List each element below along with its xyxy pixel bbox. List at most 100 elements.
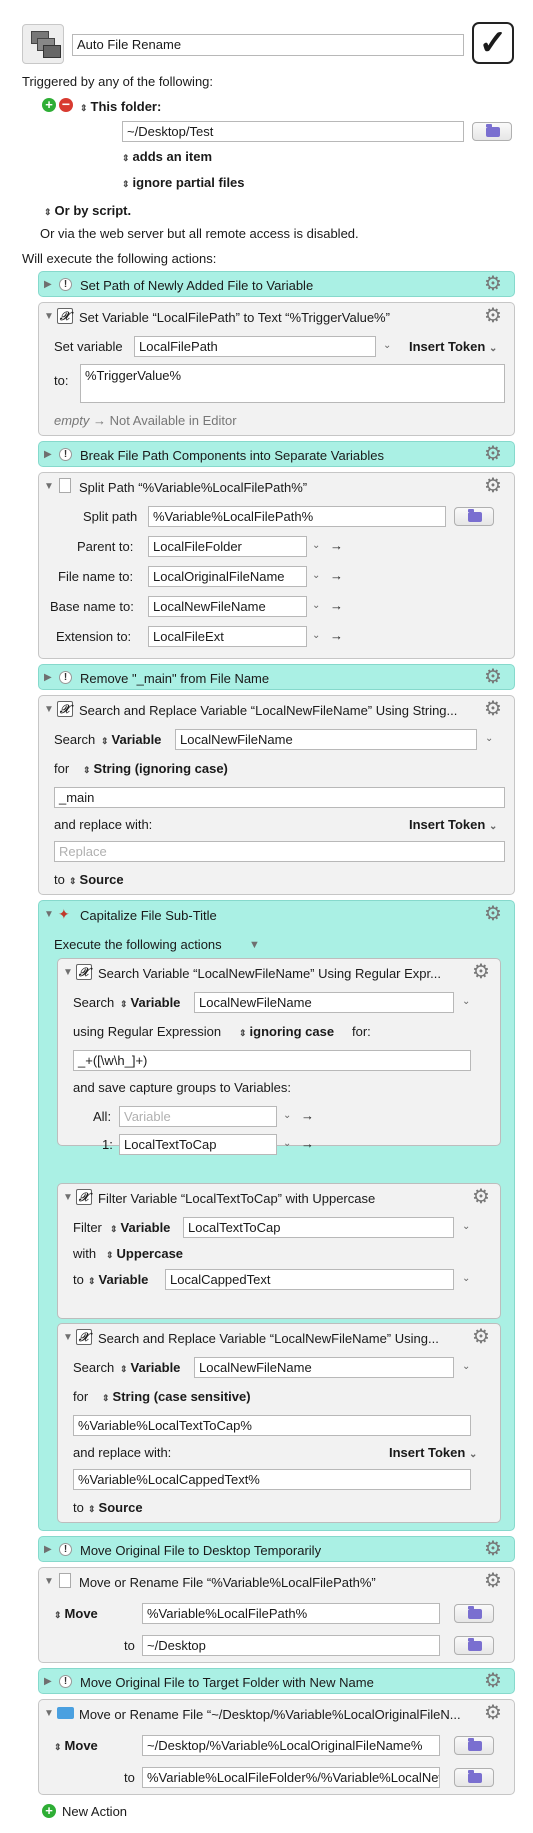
macro-name-field[interactable]: Auto File Rename [72,34,464,56]
chevron-down-icon[interactable]: ⌄ [383,340,391,351]
search-kind-select[interactable]: ⇕ Variable [120,995,180,1010]
gear-icon[interactable]: ⚙ [484,1539,502,1559]
with-kind-select[interactable]: ⇕ Uppercase [106,1246,183,1261]
gear-icon[interactable]: ⚙ [484,1671,502,1691]
chevron-down-icon[interactable]: ⌄ [312,570,320,581]
expand-triangle-icon[interactable]: ▶ [44,1676,52,1687]
filter-kind-select[interactable]: ⇕ Variable [110,1220,170,1235]
action-comment-move-desktop[interactable]: ▶ ! Move Original File to Desktop Tempor… [38,1536,515,1562]
search-variable-field[interactable]: LocalNewFileName [194,992,454,1013]
collapse-triangle-icon[interactable]: ▼ [63,1192,73,1203]
remove-trigger-icon[interactable]: − [59,97,73,112]
move-kind-select[interactable]: ⇕ Move [54,1606,98,1621]
chevron-down-icon[interactable]: ⌄ [462,996,470,1007]
dest-folder-button[interactable] [454,1768,494,1787]
replace-field[interactable]: %Variable%LocalCappedText% [73,1469,471,1490]
chevron-down-icon[interactable]: ⌄ [462,1221,470,1232]
insert-token-button[interactable]: Insert Token ⌄ [409,817,497,832]
insert-token-button[interactable]: Insert Token ⌄ [389,1445,477,1460]
or-script-select[interactable]: ⇕ Or by script. [44,203,131,218]
move-source-field[interactable]: %Variable%LocalFilePath% [142,1603,440,1624]
group-one-field[interactable]: LocalTextToCap [119,1134,277,1155]
gear-icon[interactable]: ⚙ [484,274,502,294]
search-text-field[interactable]: %Variable%LocalTextToCap% [73,1415,471,1436]
replace-field[interactable]: Replace [54,841,505,862]
gear-icon[interactable]: ⚙ [484,444,502,464]
gear-icon[interactable]: ⚙ [484,904,502,924]
regex-field[interactable]: _+([\w\h_]+) [73,1050,471,1071]
search-variable-field[interactable]: LocalNewFileName [175,729,477,750]
gear-icon[interactable]: ⚙ [484,1703,502,1723]
action-comment-break-path[interactable]: ▶ ! Break File Path Components into Sepa… [38,441,515,467]
all-variable-field[interactable]: Variable [119,1106,277,1127]
to-variable-field[interactable]: LocalCappedText [165,1269,454,1290]
folder-trigger-type[interactable]: ⇕ This folder: [80,99,161,114]
to-kind-select[interactable]: ⇕ Variable [88,1272,148,1287]
chevron-down-icon[interactable]: ⌄ [485,733,493,744]
parent-field[interactable]: LocalFileFolder [148,536,307,557]
action-comment-move-target[interactable]: ▶ ! Move Original File to Target Folder … [38,1668,515,1694]
gear-icon[interactable]: ⚙ [484,699,502,719]
extension-field[interactable]: LocalFileExt [148,626,307,647]
collapse-triangle-icon[interactable]: ▼ [44,481,54,492]
collapse-triangle-icon[interactable]: ▼ [44,704,54,715]
split-path-field[interactable]: %Variable%LocalFilePath% [148,506,446,527]
case-kind-select[interactable]: ⇕ ignoring case [239,1024,334,1039]
macro-enabled-checkbox[interactable]: ✓ [472,22,514,64]
to-kind-select[interactable]: ⇕ Source [88,1500,143,1515]
insert-token-button[interactable]: Insert Token ⌄ [409,339,497,354]
split-path-folder-button[interactable] [454,507,494,526]
gear-icon[interactable]: ⚙ [472,962,490,982]
trigger-folder-button[interactable] [472,122,512,141]
collapse-triangle-icon[interactable]: ▼ [44,311,54,322]
chevron-down-icon[interactable]: ⌄ [312,540,320,551]
chevron-down-icon[interactable]: ⌄ [283,1138,291,1149]
collapse-triangle-icon[interactable]: ▼ [44,1708,54,1719]
trigger-folder-path-field[interactable]: ~/Desktop/Test [122,121,464,142]
search-kind-select[interactable]: ⇕ Variable [120,1360,180,1375]
action-comment-remove-main[interactable]: ▶ ! Remove "_main" from File Name ⚙ [38,664,515,690]
to-kind-select[interactable]: ⇕ Source [69,872,124,887]
gear-icon[interactable]: ⚙ [484,476,502,496]
gear-icon[interactable]: ⚙ [472,1187,490,1207]
collapse-triangle-icon[interactable]: ▼ [44,1576,54,1587]
expand-triangle-icon[interactable]: ▶ [44,279,52,290]
expand-triangle-icon[interactable]: ▶ [44,1544,52,1555]
for-kind-select[interactable]: ⇕ String (ignoring case) [83,761,228,776]
action-comment-set-path[interactable]: ▶ ! Set Path of Newly Added File to Vari… [38,271,515,297]
variable-name-field[interactable]: LocalFilePath [134,336,376,357]
source-folder-button[interactable] [454,1604,494,1623]
move-dest-field[interactable]: %Variable%LocalFileFolder%/%Variable%Loc… [142,1767,440,1788]
chevron-down-icon[interactable]: ⌄ [283,1110,291,1121]
search-variable-field[interactable]: LocalNewFileName [194,1357,454,1378]
text-value-area[interactable]: %TriggerValue% [80,364,505,403]
gear-icon[interactable]: ⚙ [484,306,502,326]
ignore-partial-select[interactable]: ⇕ ignore partial files [122,175,245,190]
adds-item-select[interactable]: ⇕ adds an item [122,149,212,164]
search-text-field[interactable]: _main [54,787,505,808]
chevron-down-icon[interactable]: ⌄ [462,1273,470,1284]
collapse-triangle-icon[interactable]: ▼ [63,967,73,978]
gear-icon[interactable]: ⚙ [484,667,502,687]
expand-triangle-icon[interactable]: ▶ [44,672,52,683]
source-folder-button[interactable] [454,1736,494,1755]
basename-field[interactable]: LocalNewFileName [148,596,307,617]
filename-field[interactable]: LocalOriginalFileName [148,566,307,587]
dest-folder-button[interactable] [454,1636,494,1655]
collapse-triangle-icon[interactable]: ▼ [44,909,54,920]
move-source-field[interactable]: ~/Desktop/%Variable%LocalOriginalFileNam… [142,1735,440,1756]
collapse-triangle-icon[interactable]: ▼ [63,1332,73,1343]
for-kind-select[interactable]: ⇕ String (case sensitive) [102,1389,251,1404]
chevron-down-icon[interactable]: ⌄ [312,630,320,641]
search-kind-select[interactable]: ⇕ Variable [101,732,161,747]
chevron-down-icon[interactable]: ⌄ [312,600,320,611]
move-dest-field[interactable]: ~/Desktop [142,1635,440,1656]
move-kind-select[interactable]: ⇕ Move [54,1738,98,1753]
expand-triangle-icon[interactable]: ▶ [44,449,52,460]
chevron-down-icon[interactable]: ⌄ [462,1361,470,1372]
add-trigger-icon[interactable]: + [42,98,56,112]
gear-icon[interactable]: ⚙ [484,1571,502,1591]
gear-icon[interactable]: ⚙ [472,1327,490,1347]
execute-dropdown-icon[interactable]: ▼ [249,939,260,951]
filter-variable-field[interactable]: LocalTextToCap [183,1217,454,1238]
